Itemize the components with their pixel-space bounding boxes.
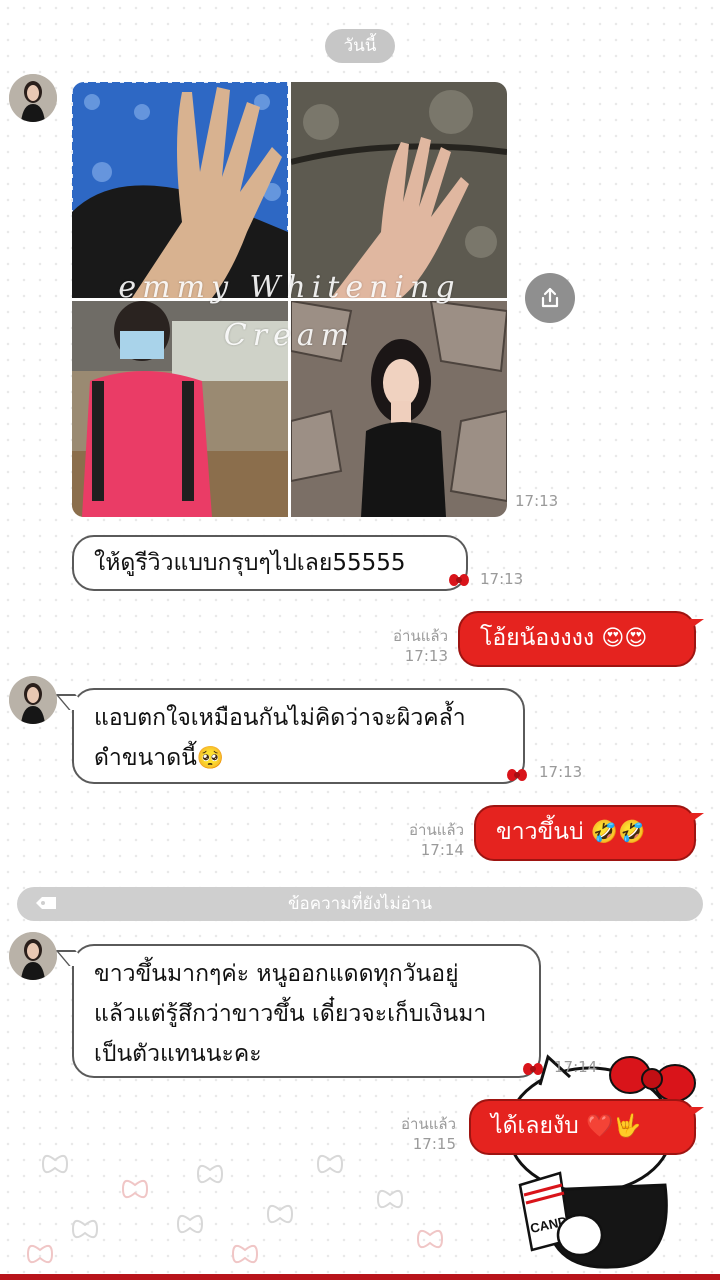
message-text: ขาวขึ้นมากๆค่ะ หนูออกแดดทุกวันอยู่ (94, 961, 459, 987)
avatar-image (9, 74, 57, 122)
collage-watermark-line2: Cream (223, 318, 356, 353)
bow-icon (507, 769, 527, 781)
outgoing-message-bubble[interactable]: ได้เลยงับ ❤️🤟 (469, 1099, 704, 1155)
message-text: ขาวขึ้นบ่ (496, 819, 584, 845)
incoming-message-bubble[interactable]: ขาวขึ้นมากๆค่ะ หนูออกแดดทุกวันอยู่ แล้วแ… (72, 944, 541, 1078)
avatar-image (9, 932, 57, 980)
message-text: ให้ดูรีวิวแบบกรุบๆไปเลย55555 (94, 550, 406, 576)
photo-collage[interactable]: emmy Whitening Cream (72, 82, 507, 517)
read-receipt: อ่านแล้ว 17:14 (409, 821, 464, 859)
hand-photo-before (72, 82, 288, 298)
outgoing-message-bubble[interactable]: โอ้ยน้องงงง 😍😍 (458, 611, 704, 667)
avatar-image (9, 676, 57, 724)
read-receipt: อ่านแล้ว 17:13 (393, 627, 448, 665)
share-icon (541, 287, 559, 308)
avatar[interactable] (9, 676, 57, 724)
emoji: 😍😍 (601, 626, 648, 651)
avatar[interactable] (9, 74, 57, 122)
message-text: ได้เลยงับ (491, 1113, 579, 1139)
avatar[interactable] (9, 932, 57, 980)
message-text: ดำขนาดนี้🥺 (94, 745, 225, 771)
message-text: โอ้ยน้องงงง (480, 625, 595, 651)
message-time: 17:13 (480, 570, 524, 588)
collage-watermark-line1: emmy Whitening (118, 270, 461, 305)
message-time: 17:13 (539, 763, 583, 781)
emoji: ❤️🤟 (586, 1114, 641, 1139)
hand-photo-after (291, 82, 507, 298)
emoji: 🥺 (196, 746, 225, 771)
unread-messages-divider: ข้อความที่ยังไม่อ่าน (17, 887, 703, 921)
bow-icon (449, 574, 469, 586)
date-separator: วันนี้ (325, 29, 395, 63)
message-time: 17:14 (554, 1058, 598, 1076)
unread-label: ข้อความที่ยังไม่อ่าน (287, 894, 433, 914)
message-time: 17:13 (515, 492, 559, 510)
bow-pattern-background (26, 1154, 444, 1264)
incoming-message-bubble[interactable]: ให้ดูรีวิวแบบกรุบๆไปเลย55555 (72, 535, 468, 591)
message-text: แอบตกใจเหมือนกันไม่คิดว่าจะผิวคล้ำ (94, 705, 466, 731)
incoming-message-bubble[interactable]: แอบตกใจเหมือนกันไม่คิดว่าจะผิวคล้ำ ดำขนา… (72, 688, 525, 784)
share-button[interactable] (525, 273, 575, 323)
message-text: เป็นตัวแทนนะคะ (94, 1041, 262, 1067)
bow-icon (523, 1063, 543, 1075)
bottom-border (0, 1274, 720, 1280)
message-text: แล้วแต่รู้สึกว่าขาวขึ้น เดี๋ยวจะเก็บเงิน… (94, 1001, 487, 1027)
emoji: 🤣🤣 (590, 820, 646, 845)
tag-icon (36, 897, 56, 909)
outgoing-message-bubble[interactable]: ขาวขึ้นบ่ 🤣🤣 (474, 805, 704, 861)
